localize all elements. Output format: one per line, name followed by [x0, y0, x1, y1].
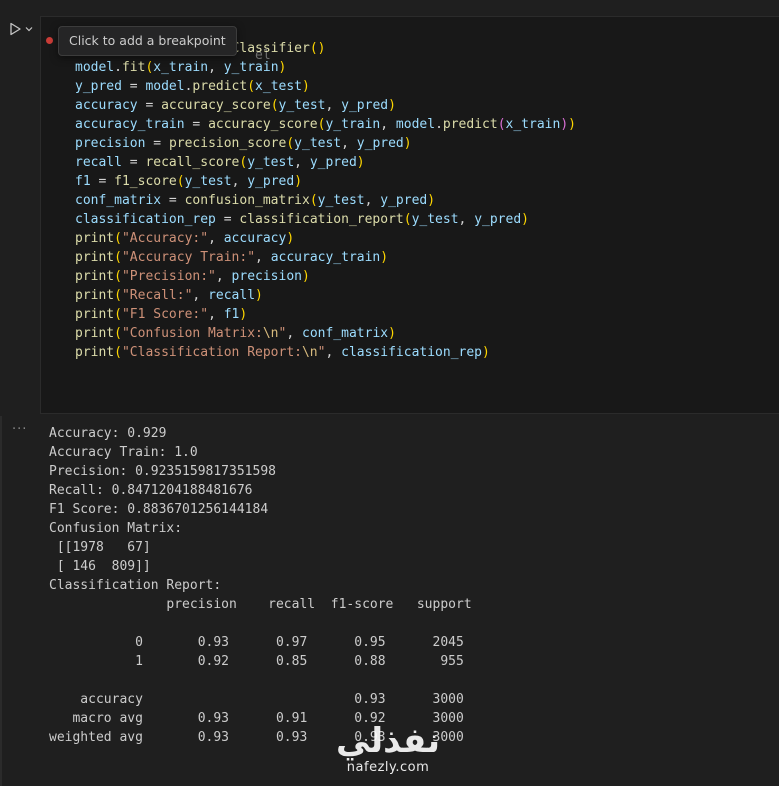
output-line: 0 0.93 0.97 0.95 2045 — [49, 635, 464, 650]
notebook-editor: el model = RandomForestClassifier()model… — [0, 0, 779, 786]
output-line: Accuracy Train: 1.0 — [49, 445, 198, 460]
code-line[interactable]: print("Accuracy:", accuracy) — [75, 229, 576, 248]
code-line[interactable]: print("Recall:", recall) — [75, 286, 576, 305]
output-line: Classification Report: — [49, 578, 222, 593]
code-line[interactable]: f1 = f1_score(y_test, y_pred) — [75, 172, 576, 191]
code-line[interactable]: recall = recall_score(y_test, y_pred) — [75, 153, 576, 172]
watermark-arabic: نفذلي — [336, 721, 441, 761]
code-line[interactable]: print("Accuracy Train:", accuracy_train) — [75, 248, 576, 267]
run-cell-button[interactable] — [8, 20, 36, 38]
output-line: precision recall f1-score support — [49, 597, 472, 612]
watermark-logo: نفذلي nafezly.com — [336, 722, 440, 776]
chevron-down-icon[interactable] — [24, 24, 34, 34]
code-editor[interactable]: model = RandomForestClassifier()model.fi… — [75, 39, 576, 362]
output-border — [0, 416, 2, 786]
code-line[interactable]: y_pred = model.predict(x_test) — [75, 77, 576, 96]
output-line: Precision: 0.9235159817351598 — [49, 464, 276, 479]
output-line: Confusion Matrix: — [49, 521, 183, 536]
code-line[interactable]: model.fit(x_train, y_train) — [75, 58, 576, 77]
code-line[interactable]: precision = precision_score(y_test, y_pr… — [75, 134, 576, 153]
play-icon — [10, 22, 21, 36]
code-line[interactable]: print("F1 Score:", f1) — [75, 305, 576, 324]
code-line[interactable]: print("Confusion Matrix:\n", conf_matrix… — [75, 324, 576, 343]
output-line: Recall: 0.8471204188481676 — [49, 483, 253, 498]
cell-output: Accuracy: 0.929 Accuracy Train: 1.0 Precis… — [49, 424, 472, 747]
code-line[interactable]: print("Classification Report:\n", classi… — [75, 343, 576, 362]
code-line[interactable]: accuracy_train = accuracy_score(y_train,… — [75, 115, 576, 134]
output-line: Accuracy: 0.929 — [49, 426, 167, 441]
breakpoint-marker[interactable] — [46, 37, 53, 44]
output-line: accuracy 0.93 3000 — [49, 692, 464, 707]
code-line[interactable]: print("Precision:", precision) — [75, 267, 576, 286]
code-cell[interactable]: el model = RandomForestClassifier()model… — [40, 16, 779, 414]
code-line[interactable]: conf_matrix = confusion_matrix(y_test, y… — [75, 191, 576, 210]
code-line[interactable]: classification_rep = classification_repo… — [75, 210, 576, 229]
breakpoint-tooltip: Click to add a breakpoint — [58, 26, 237, 56]
output-line: 1 0.92 0.85 0.88 955 — [49, 654, 464, 669]
output-more-icon[interactable]: ··· — [12, 422, 27, 437]
output-line: F1 Score: 0.8836701256144184 — [49, 502, 269, 517]
code-line[interactable]: accuracy = accuracy_score(y_test, y_pred… — [75, 96, 576, 115]
output-line: [ 146 809]] — [49, 559, 151, 574]
output-line: [[1978 67] — [49, 540, 151, 555]
watermark-url: nafezly.com — [346, 760, 430, 775]
